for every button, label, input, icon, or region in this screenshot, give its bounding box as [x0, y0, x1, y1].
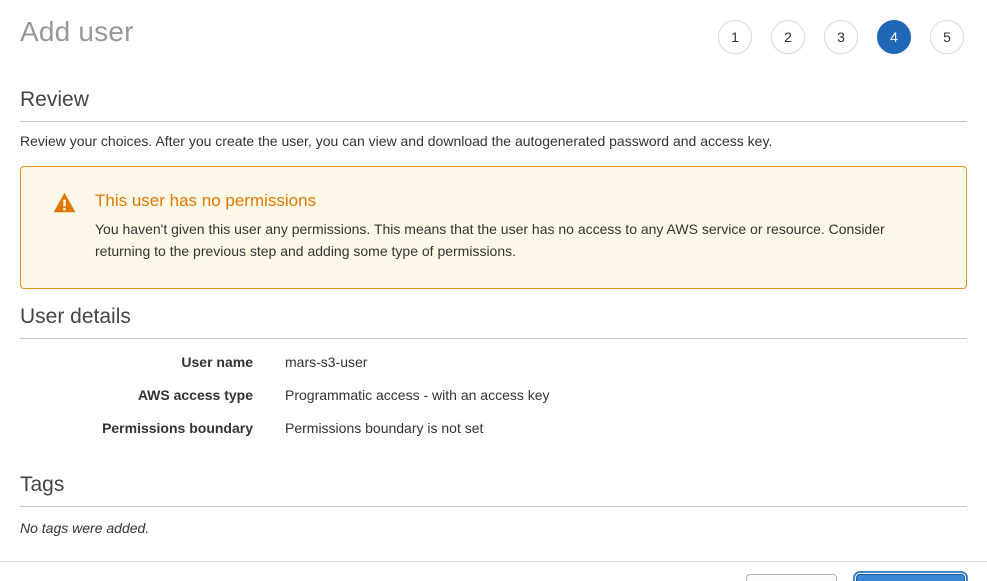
warning-title: This user has no permissions	[95, 191, 932, 211]
permissions-boundary-label: Permissions boundary	[20, 420, 253, 436]
page-title: Add user	[20, 16, 134, 48]
divider	[20, 121, 967, 122]
step-indicator-4-active: 4	[877, 20, 911, 54]
review-section: Review Review your choices. After you cr…	[20, 88, 967, 536]
divider	[20, 338, 967, 339]
user-name-value: mars-s3-user	[285, 354, 367, 370]
table-row: Permissions boundary Permissions boundar…	[20, 420, 967, 436]
warning-text: This user has no permissions You haven't…	[95, 191, 932, 262]
divider	[20, 506, 967, 507]
user-details-heading: User details	[20, 305, 967, 329]
user-details-table: User name mars-s3-user AWS access type P…	[20, 354, 967, 436]
user-name-label: User name	[20, 354, 253, 370]
warning-triangle-icon	[53, 192, 76, 218]
no-permissions-warning-box: This user has no permissions You haven't…	[20, 166, 967, 289]
table-row: User name mars-s3-user	[20, 354, 967, 370]
wizard-header: Add user 1 2 3 4 5	[0, 0, 987, 54]
access-type-label: AWS access type	[20, 387, 253, 403]
tags-empty-text: No tags were added.	[20, 520, 967, 536]
step-indicator-1: 1	[718, 20, 752, 54]
warning-body: You haven't given this user any permissi…	[95, 218, 932, 262]
access-type-value: Programmatic access - with an access key	[285, 387, 550, 403]
create-user-button[interactable]: Create user	[856, 574, 965, 581]
step-indicator: 1 2 3 4 5	[718, 20, 964, 54]
wizard-footer: Cancel Previous Create user	[0, 561, 987, 581]
previous-button[interactable]: Previous	[746, 574, 837, 581]
step-indicator-5: 5	[930, 20, 964, 54]
review-description: Review your choices. After you create th…	[20, 133, 967, 149]
permissions-boundary-value: Permissions boundary is not set	[285, 420, 483, 436]
review-heading: Review	[20, 88, 967, 112]
step-indicator-3: 3	[824, 20, 858, 54]
table-row: AWS access type Programmatic access - wi…	[20, 387, 967, 403]
tags-heading: Tags	[20, 473, 967, 497]
step-indicator-2: 2	[771, 20, 805, 54]
